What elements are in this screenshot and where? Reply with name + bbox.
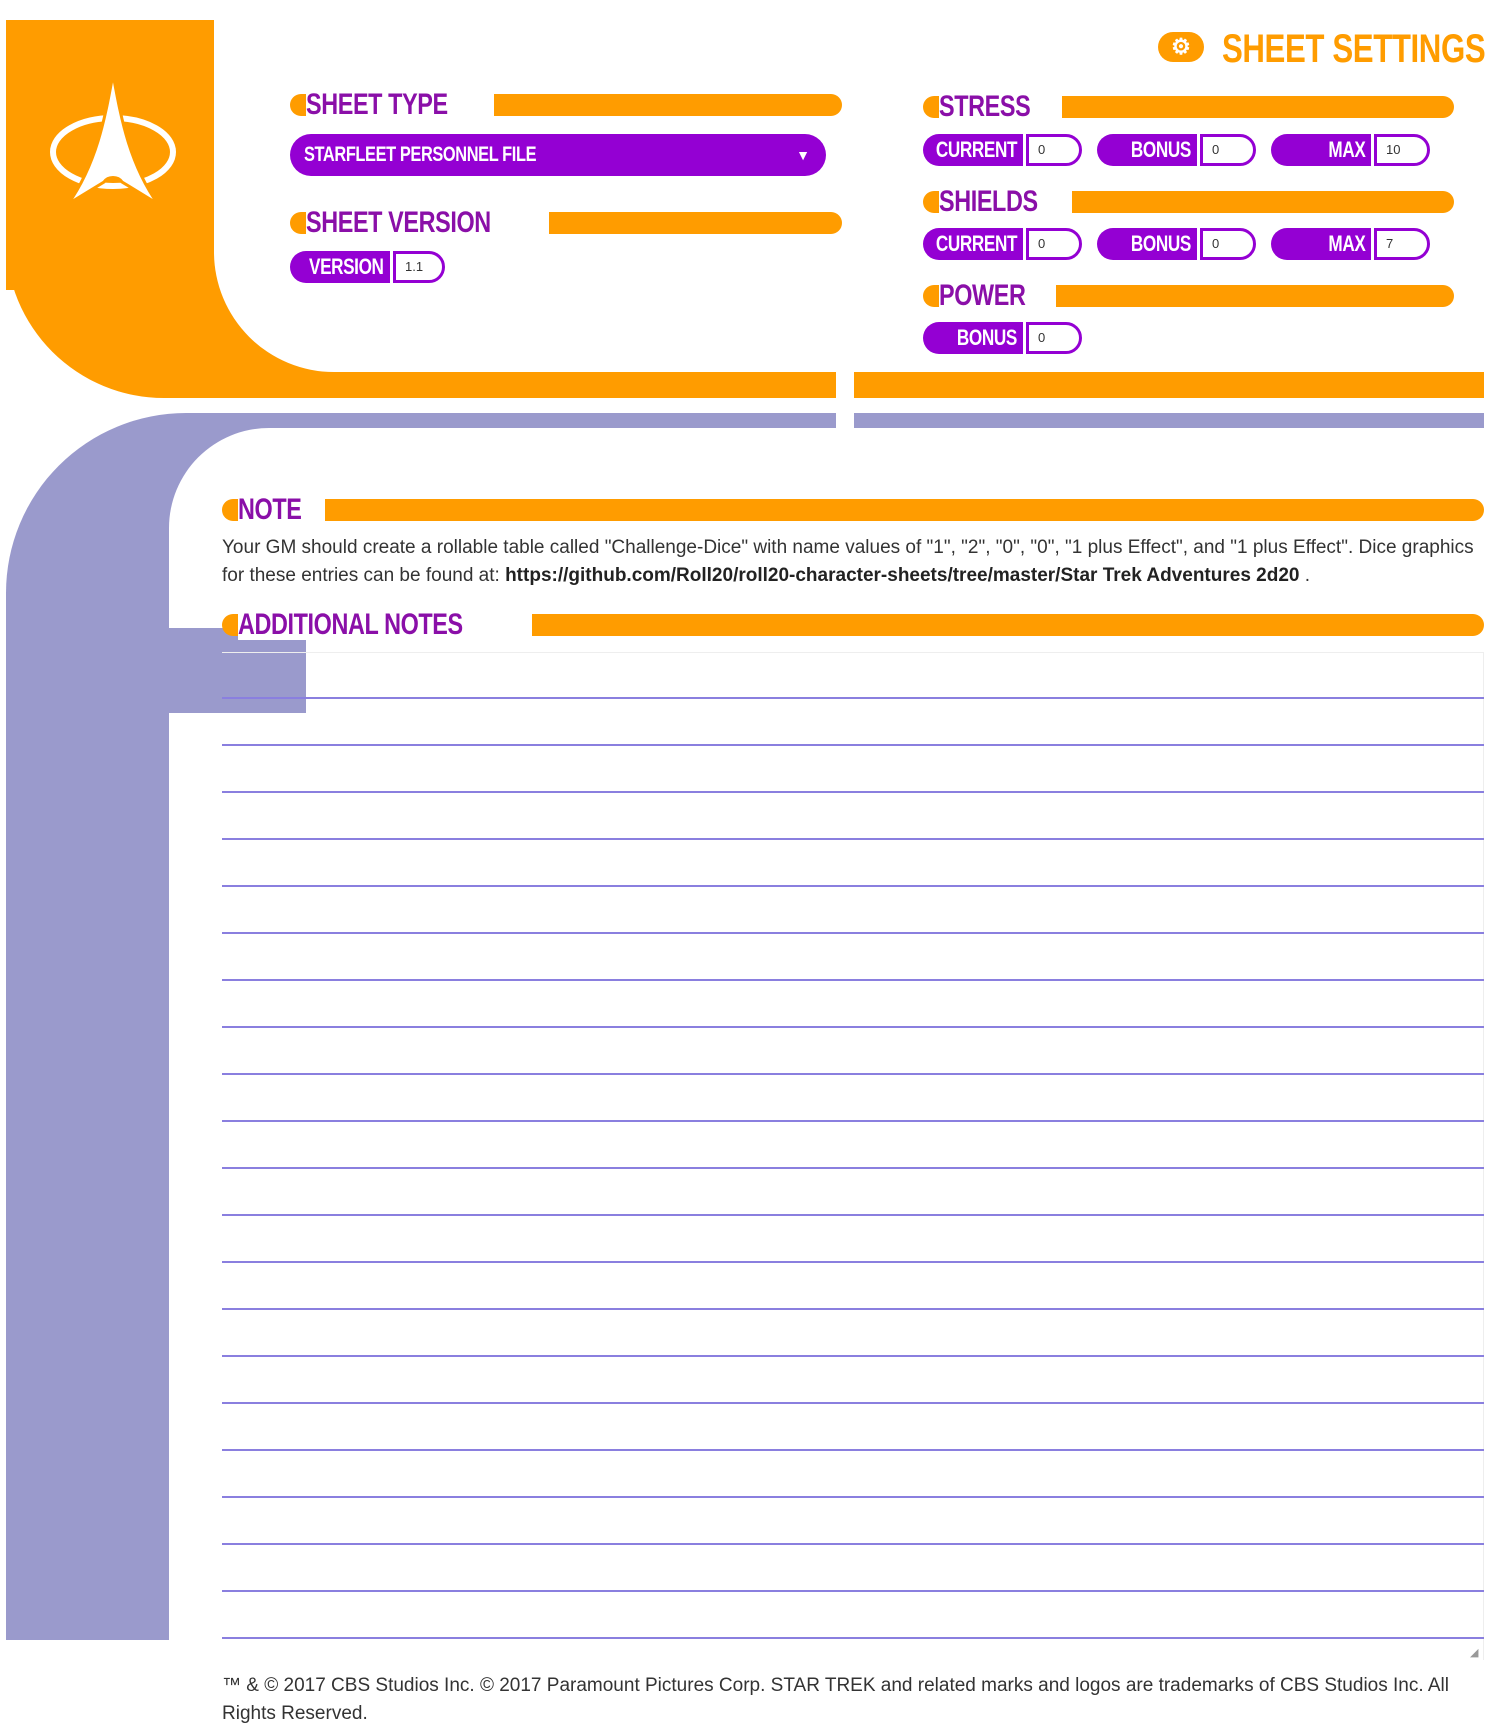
notes-rule-line [222,885,1484,887]
shields-title: SHIELDS [939,185,1038,218]
notes-rule-line [222,1449,1484,1451]
lcars-lavender-inner [169,428,369,628]
shields-bonus-label: BONUS [1130,231,1191,256]
notes-rule-line [222,744,1484,746]
notes-rule-line [222,1261,1484,1263]
notes-rule-line [222,1590,1484,1592]
sheet-settings-title: SHEET SETTINGS [1222,27,1486,71]
starfleet-delta-icon [50,73,176,206]
notes-rule-line [222,1496,1484,1498]
stress-title: STRESS [939,90,1031,123]
note-text: Your GM should create a rollable table c… [222,534,1484,590]
note-title: NOTE [238,493,302,526]
settings-toggle-button[interactable]: ⚙ [1158,32,1204,62]
gear-icon: ⚙ [1171,34,1191,59]
shields-max-label: MAX [1328,231,1365,256]
stress-max-label: MAX [1328,137,1365,162]
version-label: VERSION [309,254,384,279]
shields-header: SHIELDS [923,185,1454,218]
power-header: POWER [923,279,1454,312]
shields-current-label: CURRENT [935,231,1018,256]
note-text-end: . [1299,565,1311,586]
version-input[interactable]: 1.1 [393,251,445,283]
sheet-version-header: SHEET VERSION [290,206,842,239]
shields-bonus-input[interactable]: 0 [1200,228,1256,260]
shields-max-input[interactable]: 7 [1374,228,1430,260]
notes-rule-line [222,1120,1484,1122]
stress-bonus-input[interactable]: 0 [1200,134,1256,166]
sheet-settings-title-wrap: SHEET SETTINGS [1222,26,1500,72]
stress-max-input[interactable]: 10 [1374,134,1430,166]
sheet-type-select[interactable]: STARFLEET PERSONNEL FILE ▼ [290,134,826,176]
lcars-orange-strip [854,372,1484,398]
stress-bonus-label: BONUS [1130,137,1191,162]
power-title: POWER [939,279,1026,312]
lcars-lavender-strip-left [190,413,836,428]
sheet-version-title: SHEET VERSION [306,206,491,239]
notes-rule-line [222,1637,1484,1639]
notes-rule-line [222,1073,1484,1075]
stress-current-label: CURRENT [935,137,1018,162]
notes-rule-line [222,838,1484,840]
notes-rule-line [222,1402,1484,1404]
additional-notes-title: ADDITIONAL NOTES [238,608,463,641]
additional-notes-header: ADDITIONAL NOTES [222,608,1484,641]
notes-rule-line [222,1214,1484,1216]
power-bonus-label: BONUS [956,325,1017,350]
notes-rule-line [222,932,1484,934]
resize-handle-icon[interactable]: ◢ [1470,1646,1478,1659]
notes-rule-line [222,1308,1484,1310]
power-bonus-input[interactable]: 0 [1026,322,1082,354]
lcars-lavender-bar [6,600,169,1640]
lcars-lavender-strip-right [854,413,1484,428]
notes-rule-line [222,1026,1484,1028]
note-header: NOTE [222,493,1484,526]
sheet-type-title: SHEET TYPE [306,88,448,121]
sheet-type-header: SHEET TYPE [290,88,842,121]
notes-rule-line [222,697,1484,699]
copyright-footer: ™ & © 2017 CBS Studios Inc. © 2017 Param… [222,1675,1449,1724]
notes-rule-line [222,791,1484,793]
sheet-type-selected-value: STARFLEET PERSONNEL FILE [304,143,537,166]
stress-header: STRESS [923,90,1454,123]
notes-rule-line [222,1167,1484,1169]
additional-notes-textarea[interactable] [222,652,1484,1660]
dice-graphics-link[interactable]: https://github.com/Roll20/roll20-charact… [505,565,1299,586]
chevron-down-icon: ▼ [796,147,810,163]
lcars-gap [836,372,854,432]
notes-rule-line [222,1543,1484,1545]
shields-current-input[interactable]: 0 [1026,228,1082,260]
notes-rule-line [222,979,1484,981]
stress-current-input[interactable]: 0 [1026,134,1082,166]
notes-rule-line [222,1355,1484,1357]
